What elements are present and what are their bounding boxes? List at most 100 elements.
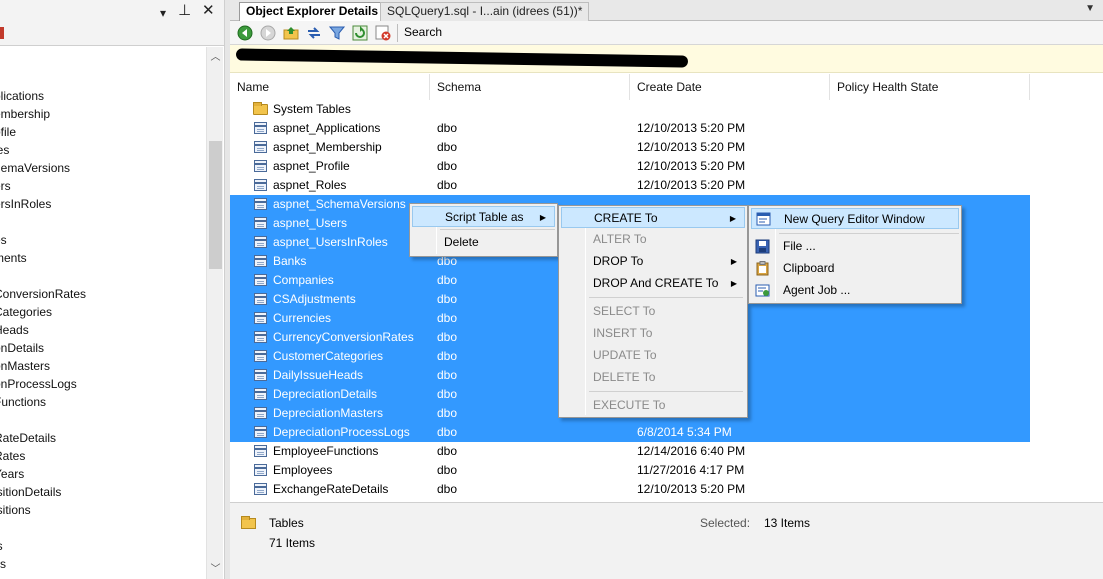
- object-explorer-tree[interactable]: plicationsembershipofileleshemaVersionse…: [0, 47, 206, 579]
- tree-item[interactable]: lts: [0, 555, 6, 573]
- refresh-icon[interactable]: [352, 25, 368, 41]
- menu-item-label: File ...: [783, 239, 816, 253]
- tree-item[interactable]: RateDetails: [0, 429, 56, 447]
- table-row[interactable]: aspnet_Membership dbo 12/10/2013 5:20 PM: [230, 138, 810, 157]
- status-item-count: 71 Items: [269, 536, 316, 550]
- tab-object-explorer-details[interactable]: Object Explorer Details: [239, 2, 386, 21]
- agent-job-icon: [755, 283, 771, 298]
- menu-item-delete[interactable]: Delete: [412, 232, 555, 253]
- column-header-create-date[interactable]: Create Date: [630, 74, 830, 100]
- table-create-date: 12/10/2013 5:20 PM: [637, 482, 746, 496]
- table-icon: [254, 407, 267, 419]
- column-header-schema[interactable]: Schema: [430, 74, 630, 100]
- menu-item-label: New Query Editor Window: [784, 212, 925, 226]
- submenu-arrow-icon: ▶: [730, 257, 737, 266]
- table-schema: dbo: [437, 444, 458, 458]
- pin-icon[interactable]: ⊥: [178, 2, 191, 20]
- tree-item[interactable]: es: [0, 231, 7, 249]
- tree-item[interactable]: ers: [0, 177, 11, 195]
- menu-item-create-to[interactable]: CREATE To ▶: [561, 207, 745, 228]
- tree-item[interactable]: onProcessLogs: [0, 375, 77, 393]
- table-row[interactable]: Employees dbo 11/27/2016 4:17 PM: [230, 461, 810, 480]
- connect-icon[interactable]: [0, 27, 4, 39]
- tab-list-dropdown-icon[interactable]: ▼: [1085, 3, 1095, 14]
- table-icon: [254, 255, 267, 267]
- menu-item-label: DELETE To: [593, 370, 656, 384]
- tree-item[interactable]: Heads: [0, 321, 29, 339]
- tree-item[interactable]: Years: [0, 465, 24, 483]
- table-row[interactable]: DepreciationProcessLogs dbo 6/8/2014 5:34 …: [230, 423, 1030, 442]
- table-icon: [254, 445, 267, 457]
- tree-item[interactable]: ls: [0, 537, 3, 555]
- tree-item[interactable]: embership: [0, 105, 50, 123]
- scroll-down-icon[interactable]: ﹀: [207, 561, 224, 578]
- table-schema: dbo: [437, 330, 458, 344]
- table-row[interactable]: aspnet_Roles dbo 12/10/2013 5:20 PM: [230, 176, 810, 195]
- menu-item-update-to: UPDATE To: [561, 345, 745, 366]
- tree-item[interactable]: isitions: [0, 501, 31, 519]
- menu-item-drop-to[interactable]: DROP To ▶: [561, 251, 745, 272]
- table-create-date: 6/8/2014 5:34 PM: [637, 425, 732, 439]
- stop-icon[interactable]: [375, 25, 391, 41]
- table-icon: [254, 483, 267, 495]
- tree-item[interactable]: isitionDetails: [0, 483, 61, 501]
- folder-row-label: System Tables: [273, 102, 351, 116]
- tree-item[interactable]: onMasters: [0, 357, 50, 375]
- table-row[interactable]: ExchangeRateDetails dbo 12/10/2013 5:20 PM: [230, 480, 810, 499]
- document-tabs: Object Explorer Details SQLQuery1.sql - …: [230, 0, 1103, 21]
- tree-item[interactable]: Categories: [0, 303, 52, 321]
- table-icon: [254, 141, 267, 153]
- tab-sqlquery1[interactable]: SQLQuery1.sql - I...ain (idrees (51))*: [380, 2, 590, 21]
- status-selected-label: Selected:: [700, 516, 751, 530]
- tree-scrollbar[interactable]: ︿ ﹀: [206, 47, 223, 579]
- table-name: DailyIssueHeads: [273, 368, 364, 382]
- query-window-icon: [756, 212, 772, 227]
- tree-item[interactable]: ersInRoles: [0, 195, 51, 213]
- close-icon[interactable]: ✕: [202, 2, 215, 20]
- details-toolbar: Search: [230, 21, 1103, 45]
- back-icon[interactable]: [237, 25, 253, 41]
- table-schema: dbo: [437, 159, 458, 173]
- search-button[interactable]: Search: [404, 25, 442, 39]
- menu-item-new-query-editor-window[interactable]: New Query Editor Window: [751, 208, 959, 229]
- menu-item-file[interactable]: File ...: [751, 236, 959, 257]
- menu-item-label: Clipboard: [783, 261, 835, 275]
- tree-item[interactable]: Functions: [0, 393, 46, 411]
- menu-item-drop-and-create-to[interactable]: DROP And CREATE To ▶: [561, 273, 745, 294]
- tree-item[interactable]: Rates: [0, 447, 25, 465]
- scroll-up-icon[interactable]: ︿: [207, 49, 224, 66]
- save-file-icon: [755, 239, 771, 254]
- menu-item-label: ALTER To: [593, 232, 647, 246]
- up-folder-icon[interactable]: [283, 25, 299, 41]
- filter-icon[interactable]: [329, 25, 345, 41]
- tree-item[interactable]: plications: [0, 87, 44, 105]
- menu-item-clipboard[interactable]: Clipboard: [751, 258, 959, 279]
- tree-item[interactable]: ments: [0, 249, 27, 267]
- table-row[interactable]: aspnet_Profile dbo 12/10/2013 5:20 PM: [230, 157, 810, 176]
- sync-icon[interactable]: [306, 25, 322, 41]
- table-schema: dbo: [437, 387, 458, 401]
- tree-item[interactable]: hemaVersions: [0, 159, 70, 177]
- table-schema: dbo: [437, 482, 458, 496]
- status-folder-label: Tables: [269, 516, 304, 530]
- tree-item[interactable]: ConversionRates: [0, 285, 86, 303]
- tree-item[interactable]: onDetails: [0, 339, 44, 357]
- table-name: aspnet_Membership: [273, 140, 382, 154]
- scroll-thumb[interactable]: [209, 141, 222, 269]
- column-header-policy-health[interactable]: Policy Health State: [830, 74, 1030, 100]
- tree-item[interactable]: ofile: [0, 123, 16, 141]
- chevron-down-icon[interactable]: ▾: [160, 4, 166, 22]
- folder-row-system-tables[interactable]: System Tables: [230, 100, 1030, 119]
- table-create-date: 12/10/2013 5:20 PM: [637, 121, 746, 135]
- table-row[interactable]: EmployeeFunctions dbo 12/14/2016 6:40 PM: [230, 442, 810, 461]
- table-create-date: 12/10/2013 5:20 PM: [637, 159, 746, 173]
- table-name: Banks: [273, 254, 307, 268]
- tree-item[interactable]: les: [0, 141, 9, 159]
- menu-item-script-table-as[interactable]: Script Table as ▶: [412, 206, 555, 227]
- menu-item-alter-to: ALTER To: [561, 229, 745, 250]
- forward-icon[interactable]: [260, 25, 276, 41]
- table-row[interactable]: aspnet_Applications dbo 12/10/2013 5:20 PM: [230, 119, 810, 138]
- column-header-name[interactable]: Name: [230, 74, 430, 100]
- menu-item-agent-job[interactable]: Agent Job ...: [751, 280, 959, 301]
- menu-item-label: DROP To: [593, 254, 644, 268]
